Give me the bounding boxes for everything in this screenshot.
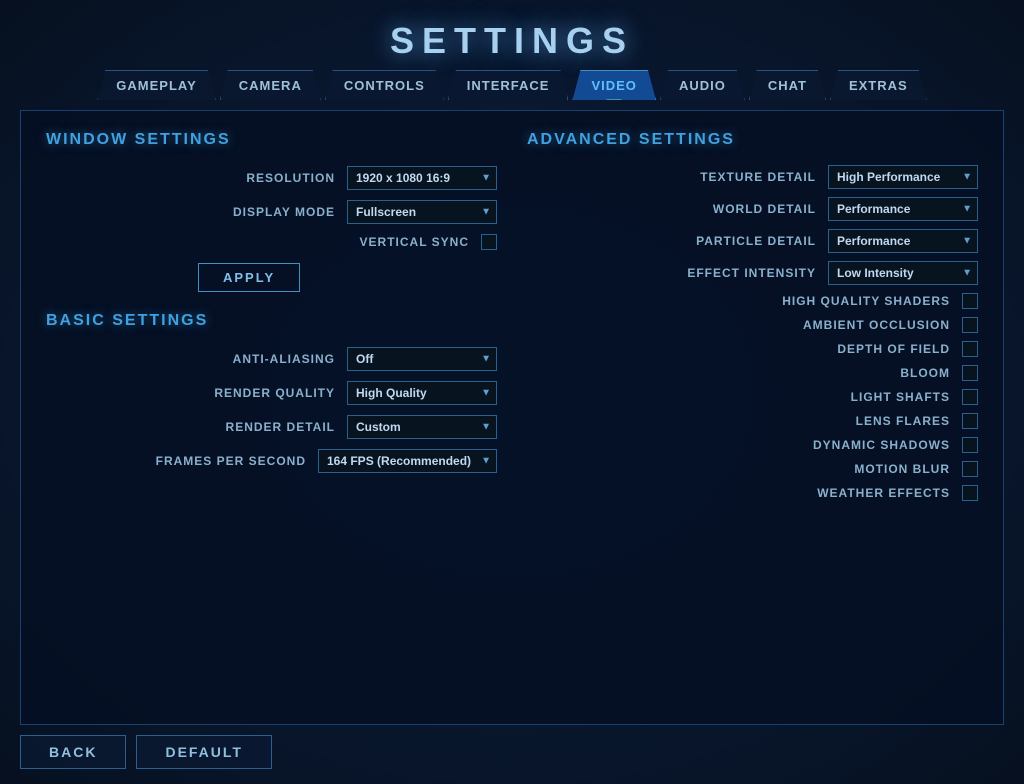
render-quality-row: RENDER QUALITY High Quality [46,376,497,410]
depth-of-field-row: DEPTH OF FIELD [527,337,978,361]
lens-flares-row: LENS FLARES [527,409,978,433]
fps-select[interactable]: 164 FPS (Recommended) [318,449,497,473]
bloom-label: BLOOM [780,366,950,380]
lens-flares-checkbox[interactable] [962,413,978,429]
window-settings-header: WINDOW SETTINGS [46,131,497,149]
depth-of-field-label: DEPTH OF FIELD [780,342,950,356]
tabs-row: GAMEPLAY CAMERA CONTROLS INTERFACE VIDEO… [20,70,1004,100]
particle-detail-select[interactable]: Performance [828,229,978,253]
basic-settings-header: BASIC SETTINGS [46,312,497,330]
render-quality-select[interactable]: High Quality [347,381,497,405]
anti-aliasing-select[interactable]: Off [347,347,497,371]
apply-button[interactable]: APPLY [198,263,300,292]
display-mode-select-wrapper: Fullscreen [347,200,497,224]
resolution-select[interactable]: 1920 x 1080 16:9 [347,166,497,190]
vsync-label: VERTICAL SYNC [329,235,469,249]
ambient-occlusion-row: AMBIENT OCCLUSION [527,313,978,337]
display-mode-select[interactable]: Fullscreen [347,200,497,224]
resolution-select-wrapper: 1920 x 1080 16:9 [347,166,497,190]
tab-interface[interactable]: INTERFACE [448,70,569,100]
effect-intensity-select-wrapper: Low Intensity [828,261,978,285]
tab-video[interactable]: VIDEO [572,70,655,100]
lens-flares-label: LENS FLARES [780,414,950,428]
weather-effects-label: WEATHER EFFECTS [780,486,950,500]
light-shafts-checkbox[interactable] [962,389,978,405]
world-detail-select[interactable]: Performance [828,197,978,221]
basic-settings-section: BASIC SETTINGS ANTI-ALIASING Off RENDER … [46,312,497,478]
anti-aliasing-row: ANTI-ALIASING Off [46,342,497,376]
motion-blur-checkbox[interactable] [962,461,978,477]
tab-camera[interactable]: CAMERA [220,70,321,100]
weather-effects-row: WEATHER EFFECTS [527,481,978,505]
high-quality-shaders-checkbox[interactable] [962,293,978,309]
world-detail-row: WORLD DETAIL Performance [527,193,978,225]
left-column: WINDOW SETTINGS RESOLUTION 1920 x 1080 1… [46,131,497,704]
render-quality-select-wrapper: High Quality [347,381,497,405]
weather-effects-checkbox[interactable] [962,485,978,501]
display-mode-label: DISPLAY MODE [195,205,335,219]
render-detail-label: RENDER DETAIL [195,420,335,434]
fps-row: FRAMES PER SECOND 164 FPS (Recommended) [46,444,497,478]
dynamic-shadows-row: DYNAMIC SHADOWS [527,433,978,457]
depth-of-field-checkbox[interactable] [962,341,978,357]
tab-chat[interactable]: CHAT [749,70,826,100]
light-shafts-label: LIGHT SHAFTS [780,390,950,404]
page-title: SETTINGS [20,10,1004,70]
fps-label: FRAMES PER SECOND [156,454,306,468]
resolution-row: RESOLUTION 1920 x 1080 16:9 [46,161,497,195]
window-settings-section: WINDOW SETTINGS RESOLUTION 1920 x 1080 1… [46,131,497,292]
display-mode-row: DISPLAY MODE Fullscreen [46,195,497,229]
bottom-bar: BACK DEFAULT [20,725,1004,774]
vsync-row: VERTICAL SYNC [46,229,497,255]
back-button[interactable]: BACK [20,735,126,769]
effect-intensity-row: EFFECT INTENSITY Low Intensity [527,257,978,289]
anti-aliasing-label: ANTI-ALIASING [195,352,335,366]
tab-extras[interactable]: EXTRAS [830,70,927,100]
render-detail-select[interactable]: Custom [347,415,497,439]
world-detail-label: WORLD DETAIL [646,202,816,216]
vsync-checkbox[interactable] [481,234,497,250]
particle-detail-select-wrapper: Performance [828,229,978,253]
light-shafts-row: LIGHT SHAFTS [527,385,978,409]
high-quality-shaders-row: HIGH QUALITY SHADERS [527,289,978,313]
bloom-row: BLOOM [527,361,978,385]
advanced-settings-header: ADVANCED SETTINGS [527,131,978,149]
particle-detail-label: PARTICLE DETAIL [646,234,816,248]
tab-controls[interactable]: CONTROLS [325,70,444,100]
motion-blur-row: MOTION BLUR [527,457,978,481]
high-quality-shaders-label: HIGH QUALITY SHADERS [780,294,950,308]
render-detail-select-wrapper: Custom [347,415,497,439]
content-area: WINDOW SETTINGS RESOLUTION 1920 x 1080 1… [20,110,1004,725]
particle-detail-row: PARTICLE DETAIL Performance [527,225,978,257]
effect-intensity-select[interactable]: Low Intensity [828,261,978,285]
texture-detail-select-wrapper: High Performance [828,165,978,189]
tab-audio[interactable]: AUDIO [660,70,745,100]
render-quality-label: RENDER QUALITY [195,386,335,400]
motion-blur-label: MOTION BLUR [780,462,950,476]
world-detail-select-wrapper: Performance [828,197,978,221]
ambient-occlusion-label: AMBIENT OCCLUSION [780,318,950,332]
dynamic-shadows-label: DYNAMIC SHADOWS [780,438,950,452]
resolution-label: RESOLUTION [195,171,335,185]
texture-detail-label: TEXTURE DETAIL [646,170,816,184]
right-column: ADVANCED SETTINGS TEXTURE DETAIL High Pe… [527,131,978,704]
effect-intensity-label: EFFECT INTENSITY [646,266,816,280]
render-detail-row: RENDER DETAIL Custom [46,410,497,444]
texture-detail-select[interactable]: High Performance [828,165,978,189]
bloom-checkbox[interactable] [962,365,978,381]
texture-detail-row: TEXTURE DETAIL High Performance [527,161,978,193]
ambient-occlusion-checkbox[interactable] [962,317,978,333]
anti-aliasing-select-wrapper: Off [347,347,497,371]
fps-select-wrapper: 164 FPS (Recommended) [318,449,497,473]
tab-gameplay[interactable]: GAMEPLAY [97,70,215,100]
dynamic-shadows-checkbox[interactable] [962,437,978,453]
default-button[interactable]: DEFAULT [136,735,272,769]
